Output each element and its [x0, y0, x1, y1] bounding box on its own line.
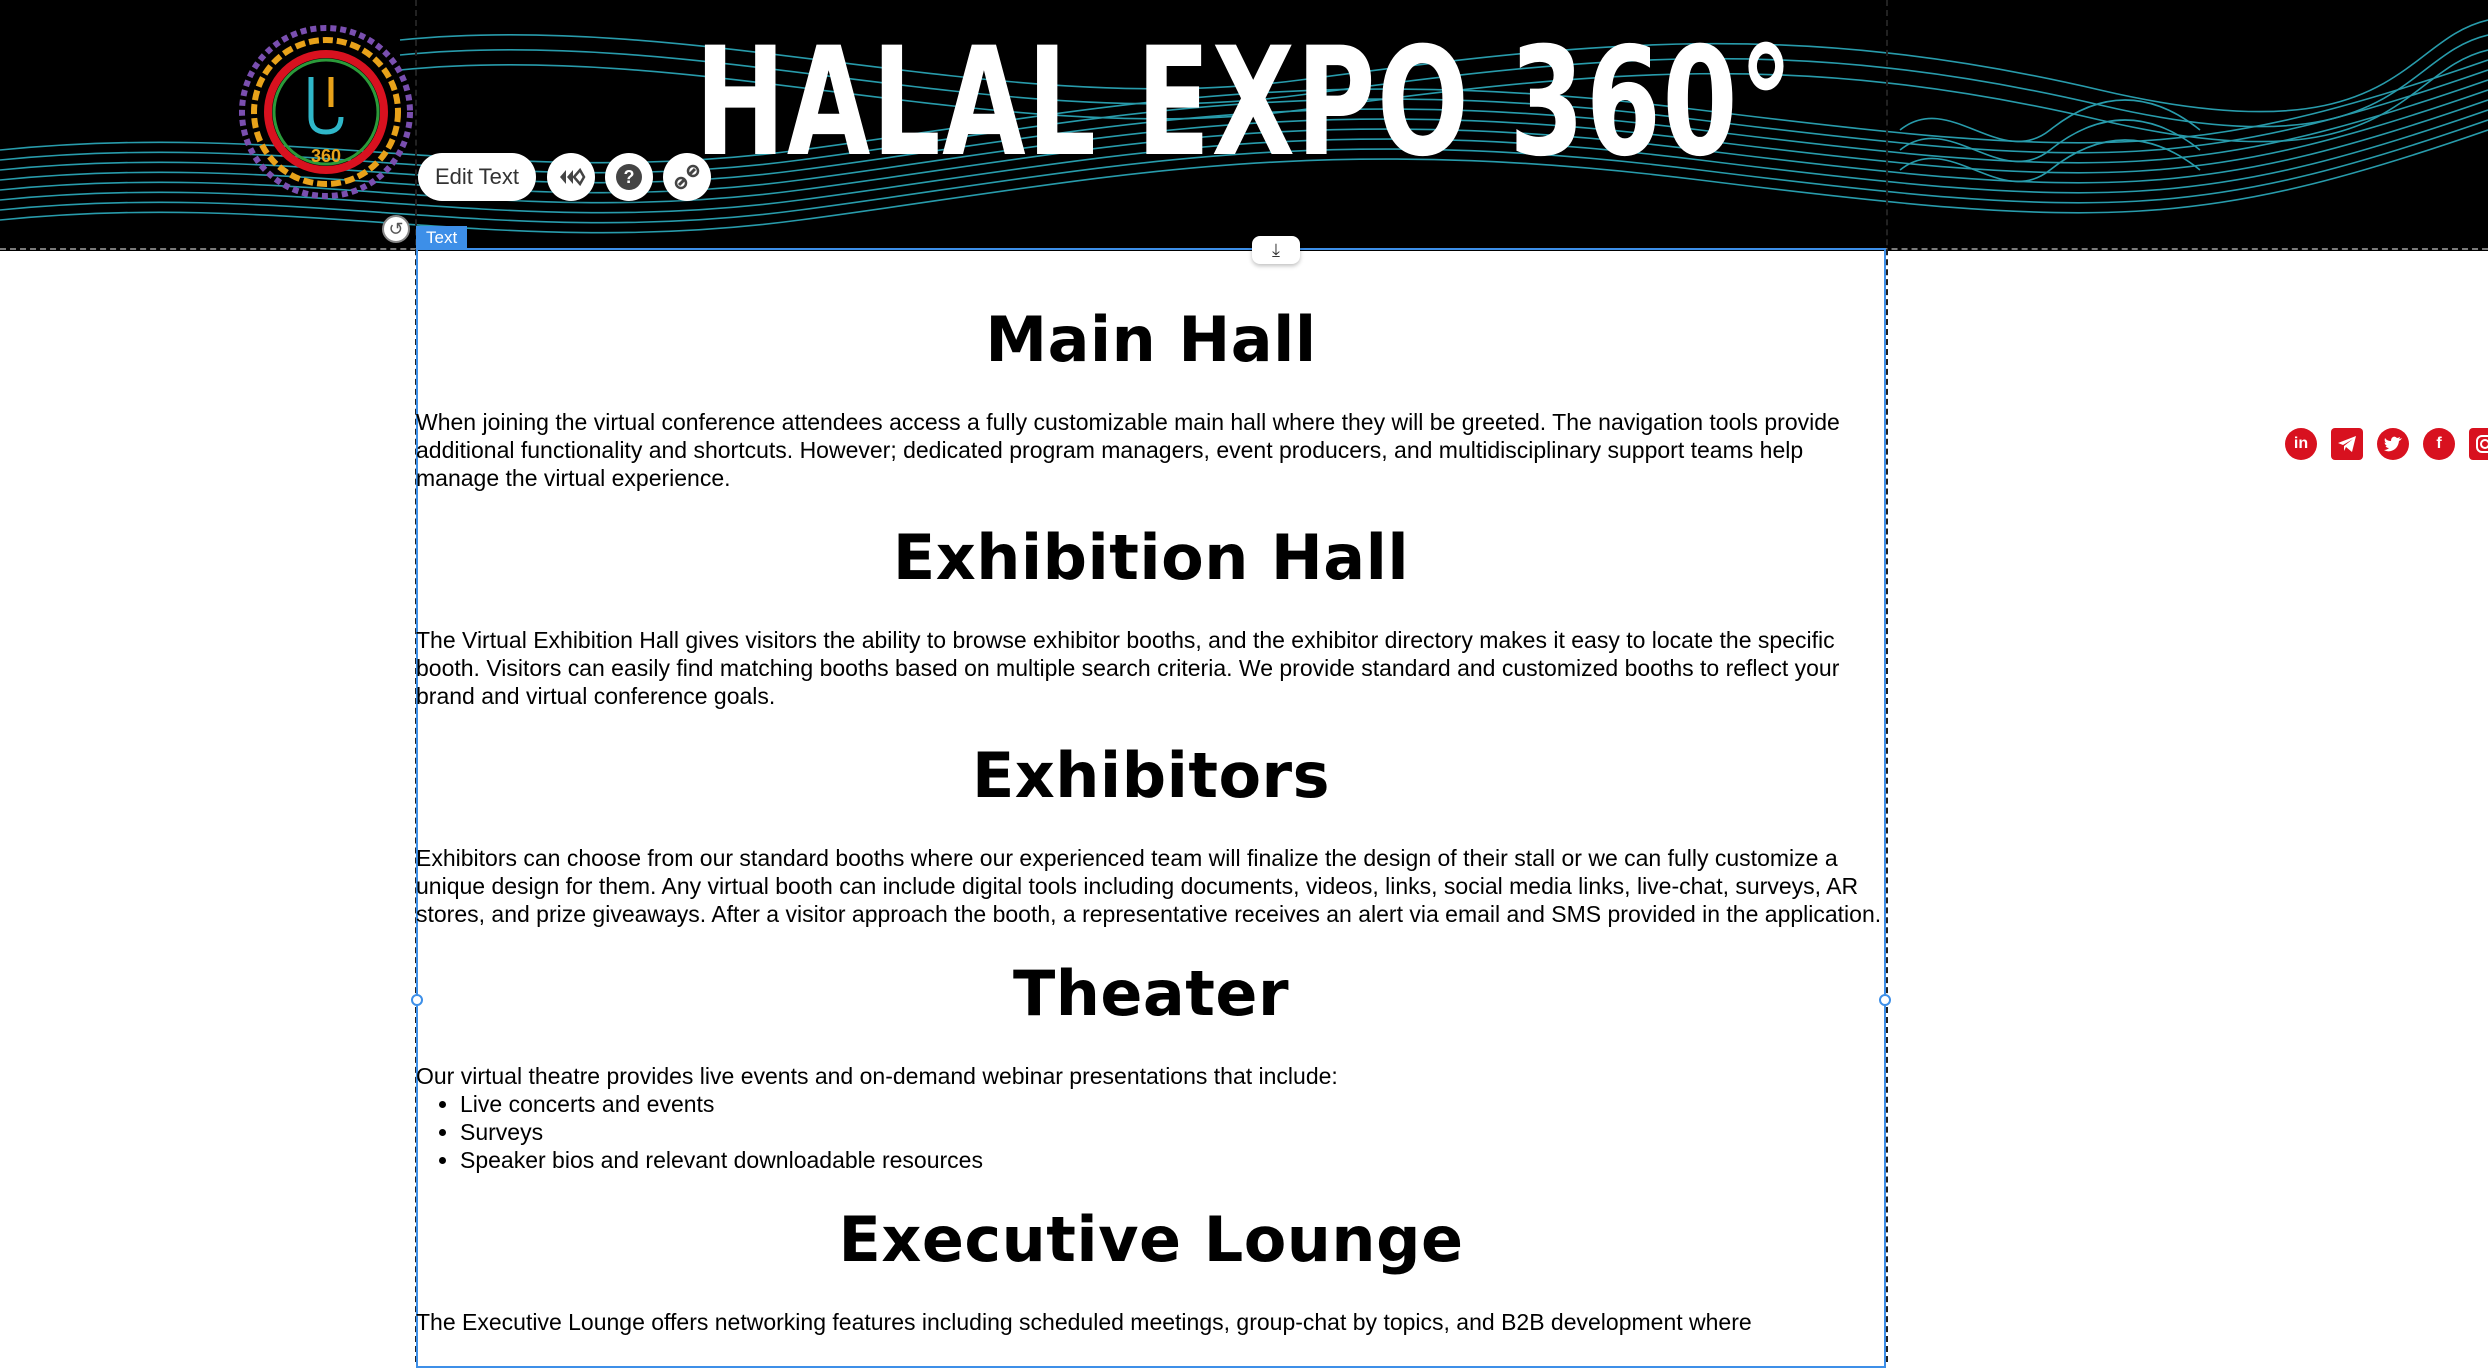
list-item: Live concerts and events	[460, 1090, 1886, 1118]
section-main-hall: Main Hall When joining the virtual confe…	[416, 300, 1886, 518]
theater-feature-list: Live concerts and events Surveys Speaker…	[416, 1090, 1886, 1174]
section-heading: Theater	[1012, 957, 1290, 1030]
instagram-icon[interactable]	[2469, 428, 2488, 460]
text-content: Main Hall When joining the virtual confe…	[416, 300, 1886, 1336]
section-theater: Theater Our virtual theatre provides liv…	[416, 954, 1886, 1200]
logo-text: 360	[311, 146, 341, 166]
linkedin-icon[interactable]: in	[2285, 428, 2317, 460]
section-exhibition-hall: Exhibition Hall The Virtual Exhibition H…	[416, 518, 1886, 736]
list-item: Surveys	[460, 1118, 1886, 1146]
edit-text-button[interactable]: Edit Text	[418, 153, 536, 201]
section-paragraph: When joining the virtual conference atte…	[416, 409, 1840, 491]
facebook-icon[interactable]: f	[2423, 428, 2455, 460]
header-banner: 360 HALAL EXPO 360°	[0, 0, 2488, 251]
section-executive-lounge: Executive Lounge The Executive Lounge of…	[416, 1200, 1886, 1336]
download-icon[interactable]: ⤓	[1252, 236, 1300, 264]
link-icon[interactable]	[663, 153, 711, 201]
social-links: in f	[2285, 428, 2488, 460]
help-icon[interactable]: ?	[605, 153, 653, 201]
text-element-tag: Text	[416, 226, 468, 250]
animation-icon[interactable]	[547, 153, 595, 201]
right-guide-line	[1886, 0, 1888, 1362]
section-heading: Exhibition Hall	[892, 521, 1410, 594]
halal-expo-logo: 360	[239, 25, 413, 199]
svg-text:?: ?	[624, 167, 635, 187]
section-paragraph: The Virtual Exhibition Hall gives visito…	[416, 627, 1840, 709]
section-exhibitors: Exhibitors Exhibitors can choose from ou…	[416, 736, 1886, 954]
page-title: HALAL EXPO 360°	[695, 16, 1795, 190]
section-paragraph: The Executive Lounge offers networking f…	[416, 1309, 1752, 1335]
section-heading: Exhibitors	[971, 739, 1331, 812]
section-heading: Main Hall	[985, 303, 1317, 376]
rotate-icon[interactable]: ↺	[382, 215, 410, 243]
list-item: Speaker bios and relevant downloadable r…	[460, 1146, 1886, 1174]
twitter-icon[interactable]	[2377, 428, 2409, 460]
section-paragraph: Exhibitors can choose from our standard …	[416, 845, 1882, 927]
telegram-icon[interactable]	[2331, 428, 2363, 460]
section-heading: Executive Lounge	[838, 1203, 1464, 1276]
section-paragraph: Our virtual theatre provides live events…	[416, 1063, 1338, 1089]
